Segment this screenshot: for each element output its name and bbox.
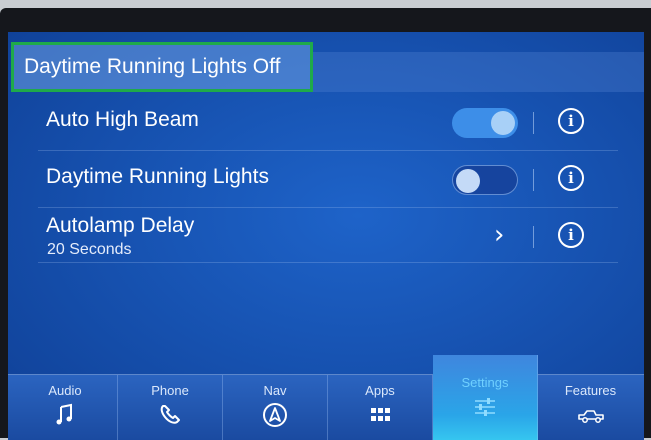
- tab-label: Audio: [48, 383, 82, 398]
- setting-row-autolamp-delay[interactable]: Autolamp Delay 20 Seconds › i: [38, 208, 618, 263]
- chevron-right-icon[interactable]: ›: [494, 220, 504, 250]
- tab-phone[interactable]: Phone: [118, 375, 223, 440]
- header-strip: [313, 52, 644, 92]
- tab-apps[interactable]: Apps: [328, 375, 433, 440]
- vehicle-icon: [577, 410, 604, 423]
- tab-label: Features: [564, 383, 617, 398]
- daytime-running-lights-toggle[interactable]: [452, 165, 518, 195]
- setting-row-auto-high-beam: Auto High Beam i: [38, 94, 618, 151]
- display-bezel: Daytime Running Lights Off Auto High Bea…: [0, 8, 651, 440]
- auto-high-beam-toggle[interactable]: [452, 108, 518, 138]
- divider: [533, 169, 534, 191]
- info-icon[interactable]: i: [558, 222, 584, 248]
- tab-features[interactable]: Features: [538, 375, 643, 440]
- navigation-arrow-icon: [263, 403, 287, 427]
- divider: [533, 112, 534, 134]
- music-note-icon: [56, 403, 72, 425]
- info-icon[interactable]: i: [558, 165, 584, 191]
- tab-label: Apps: [365, 383, 395, 398]
- apps-grid-icon: [371, 408, 390, 421]
- toggle-knob: [456, 169, 480, 193]
- settings-screen: Daytime Running Lights Off Auto High Bea…: [8, 32, 644, 440]
- info-icon[interactable]: i: [558, 108, 584, 134]
- setting-value: 20 Seconds: [47, 241, 132, 258]
- tab-nav[interactable]: Nav: [223, 375, 328, 440]
- tab-label: Nav: [263, 383, 287, 398]
- tab-settings[interactable]: Settings: [433, 355, 538, 440]
- setting-label: Auto High Beam: [46, 108, 199, 131]
- status-banner: Daytime Running Lights Off: [11, 42, 313, 92]
- bottom-navigation: Audio Phone Nav Apps Settings Features: [8, 355, 644, 440]
- tab-label: Settings: [461, 375, 509, 390]
- phone-icon: [160, 405, 180, 424]
- sliders-icon: [475, 398, 495, 416]
- divider: [533, 226, 534, 248]
- tab-label: Phone: [151, 383, 189, 398]
- setting-label: Daytime Running Lights: [46, 165, 269, 188]
- tab-audio[interactable]: Audio: [13, 375, 118, 440]
- toggle-knob: [491, 111, 515, 135]
- setting-label: Autolamp Delay: [46, 214, 195, 237]
- setting-row-daytime-running-lights: Daytime Running Lights i: [38, 151, 618, 208]
